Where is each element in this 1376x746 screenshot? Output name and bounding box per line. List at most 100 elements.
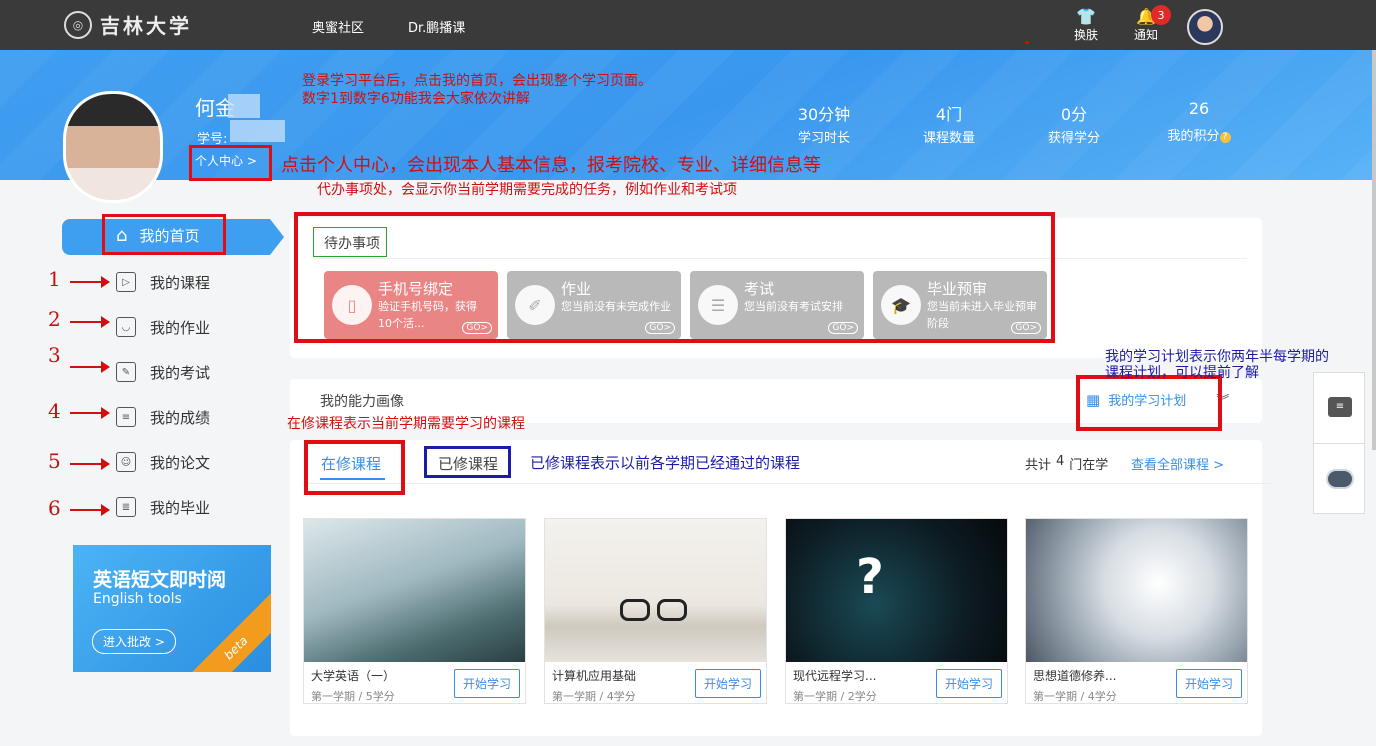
help-icon[interactable]: ?	[1219, 132, 1231, 143]
scrollbar[interactable]	[1372, 50, 1376, 450]
start-study-button[interactable]: 开始学习	[935, 669, 1002, 698]
red-dot	[1025, 41, 1029, 44]
report-search-icon: ≡	[116, 407, 136, 427]
current-courses-highlight	[304, 440, 405, 495]
floating-panel: ≡	[1313, 372, 1365, 514]
course-meta: 第一学期 / 4学分	[552, 690, 636, 703]
stat-value: 4门	[935, 105, 963, 124]
sidebar-item-grades[interactable]: ≡ 我的成绩	[116, 405, 210, 429]
course-image	[1026, 519, 1247, 662]
course-meta: 第一学期 / 2学分	[793, 690, 877, 703]
user-doc-icon: ☺	[116, 452, 136, 472]
seal-icon: ◎	[64, 10, 92, 39]
course-name: 计算机应用基础	[552, 669, 637, 683]
stat-label-wrap: 我的积分?	[1144, 125, 1254, 144]
skin-label: 换肤	[1073, 28, 1098, 42]
step-number: 1	[48, 267, 61, 291]
sidebar-item-homework[interactable]: ◡ 我的作业	[116, 315, 210, 339]
id-mask	[230, 120, 285, 142]
arrow-annotation	[70, 361, 110, 373]
annotation-study-plan-2: 课程计划，可以提前了解	[1105, 365, 1259, 381]
shirt-icon: 👕	[1076, 7, 1096, 26]
todo-highlight	[294, 212, 1055, 343]
completed-courses-highlight	[424, 446, 511, 478]
university-logo[interactable]: ◎ 吉林大学	[64, 10, 192, 39]
course-name: 现代远程学习...	[793, 669, 877, 683]
count-suffix: 门在学	[1069, 458, 1109, 473]
stat-value: 26	[1188, 99, 1210, 118]
stat-study-time: 30分钟 学习时长	[769, 101, 879, 146]
ability-title: 我的能力画像	[320, 394, 404, 410]
glasses-lens	[657, 599, 687, 621]
skin-button[interactable]: 👕 换肤	[1066, 8, 1106, 43]
top-bar: ◎ 吉林大学 奥蜜社区 Dr.鹏播课 👕 换肤 🔔 通知 3	[0, 0, 1376, 50]
sidebar-label: 我的作业	[150, 318, 211, 337]
stat-value: 30分钟	[797, 105, 851, 124]
annotation-completed-courses: 已修课程表示以前各学期已经通过的课程	[530, 454, 801, 472]
english-tools-ad[interactable]: 英语短文即时阅 English tools 进入批改 > beta	[73, 545, 271, 672]
arrow-annotation	[70, 458, 110, 470]
step-number: 2	[48, 307, 61, 331]
stat-value: 0分	[1060, 105, 1088, 124]
course-meta: 第一学期 / 4学分	[1033, 690, 1117, 703]
annotation-todo: 代办事项处，会显示你当前学期需要完成的任务，例如作业和考试项	[317, 182, 737, 198]
nav-course-broadcast[interactable]: Dr.鹏播课	[408, 17, 465, 36]
course-card[interactable]: 思想道德修养... 第一学期 / 4学分 开始学习	[1025, 518, 1248, 704]
shield-icon: ◡	[116, 317, 136, 337]
stat-credits: 0分 获得学分	[1019, 101, 1129, 146]
start-study-button[interactable]: 开始学习	[694, 669, 761, 698]
sidebar-item-courses[interactable]: ▷ 我的课程	[116, 270, 210, 294]
course-image: ?	[786, 519, 1007, 662]
course-count: 共计 4 门在学	[1025, 454, 1108, 473]
step-number: 5	[48, 449, 61, 473]
course-name: 大学英语（一）	[311, 669, 396, 683]
notice-badge: 3	[1151, 5, 1171, 25]
nav-community[interactable]: 奥蜜社区	[312, 17, 364, 36]
arrow-annotation	[70, 276, 110, 288]
personal-center-highlight	[189, 145, 272, 181]
annotation-personal-center: 点击个人中心，会出现本人基本信息，报考院校、专业、详细信息等	[281, 155, 821, 176]
course-card[interactable]: 计算机应用基础 第一学期 / 4学分 开始学习	[544, 518, 767, 704]
course-card[interactable]: 大学英语（一） 第一学期 / 5学分 开始学习	[303, 518, 526, 704]
arrow-annotation	[70, 316, 110, 328]
question-mark-graphic: ?	[856, 549, 884, 605]
course-card[interactable]: ? 现代远程学习... 第一学期 / 2学分 开始学习	[785, 518, 1008, 704]
ad-subtitle: English tools	[93, 591, 182, 607]
ad-button[interactable]: 进入批改 >	[92, 629, 176, 654]
course-image	[545, 519, 766, 662]
divider	[303, 483, 1271, 484]
step-number: 6	[48, 496, 61, 520]
sidebar-label: 我的成绩	[150, 408, 211, 427]
user-avatar[interactable]	[1187, 9, 1223, 45]
stat-points: 26 我的积分?	[1144, 99, 1254, 144]
annotation-numbers: 数字1到数字6功能我会大家依次讲解	[302, 91, 530, 107]
start-study-button[interactable]: 开始学习	[1175, 669, 1242, 698]
sidebar-item-exams[interactable]: ✎ 我的考试	[116, 360, 210, 384]
start-study-button[interactable]: 开始学习	[453, 669, 520, 698]
stat-label: 我的积分	[1167, 129, 1220, 144]
arrow-annotation	[70, 504, 110, 516]
ad-title: 英语短文即时阅	[93, 569, 227, 591]
notice-label: 通知	[1133, 28, 1158, 42]
robot-icon[interactable]	[1326, 469, 1354, 489]
step-number: 3	[48, 343, 61, 367]
beta-ribbon: beta	[180, 592, 271, 672]
sidebar-item-graduation[interactable]: ≣ 我的毕业	[116, 495, 210, 519]
profile-avatar	[63, 91, 163, 203]
count-prefix: 共计	[1025, 458, 1052, 473]
glasses-lens	[620, 599, 650, 621]
course-name: 思想道德修养...	[1033, 669, 1117, 683]
clipboard-icon: ≣	[116, 497, 136, 517]
sidebar-label: 我的课程	[150, 273, 211, 292]
sidebar-item-thesis[interactable]: ☺ 我的论文	[116, 450, 210, 474]
chat-icon[interactable]: ≡	[1328, 397, 1352, 417]
sidebar-label: 我的毕业	[150, 498, 211, 517]
arrow-annotation	[70, 407, 110, 419]
name-mask	[228, 94, 260, 118]
sidebar-label: 我的论文	[150, 453, 211, 472]
annotation-homepage: 登录学习平台后，点击我的首页，会出现整个学习页面。	[302, 73, 652, 89]
course-meta: 第一学期 / 5学分	[311, 690, 395, 703]
logo-text: 吉林大学	[100, 14, 192, 38]
course-image	[304, 519, 525, 662]
view-all-courses-link[interactable]: 查看全部课程 >	[1131, 454, 1224, 473]
